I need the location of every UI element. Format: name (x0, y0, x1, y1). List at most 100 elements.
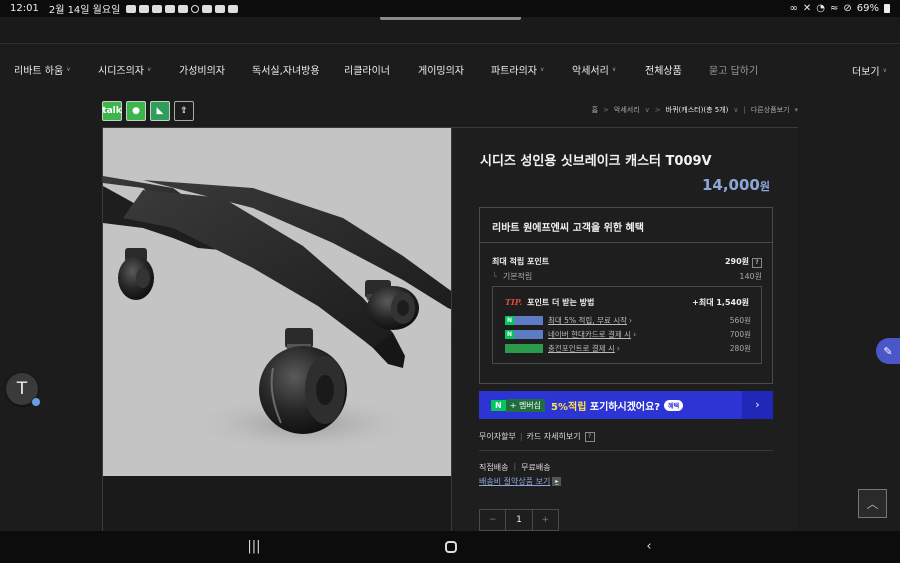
battery-icon (884, 4, 890, 13)
tip-row-card[interactable]: N 네이버 현대카드로 결제 시 › 700원 (505, 329, 751, 340)
chevron-right-icon: > (654, 106, 661, 114)
breadcrumb: 홈 > 악세서리 ∨ > 바퀴(캐스터)(총 5개) ∨ | 다른상품보기 ▾ (591, 105, 798, 115)
battery-text: 69% (856, 3, 879, 14)
share-buttons: talk ● ◣ ⇪ (102, 101, 194, 121)
sub-arrow-icon: └ (492, 272, 497, 281)
circle-icon (191, 4, 200, 13)
nav-more[interactable]: 더보기 ∨ (852, 63, 887, 78)
nav-item-gaming-chair[interactable]: 게이밍의자 (418, 62, 491, 77)
divider (479, 450, 773, 451)
chevron-right-icon: › (633, 330, 637, 339)
back-icon[interactable]: ‹ (642, 540, 656, 554)
chevron-down-icon: ∨ (882, 67, 887, 74)
quantity-stepper: − 1 + (479, 509, 559, 531)
naver-membership-badge: N (505, 316, 543, 325)
product-image[interactable] (103, 128, 451, 476)
shipping-saving-link[interactable]: 배송비 절약상품 보기 ▸ (479, 476, 562, 487)
wifi-icon: ≈ (829, 3, 839, 14)
floating-t-button[interactable]: T (6, 373, 41, 407)
quantity-input[interactable]: 1 (505, 510, 533, 530)
tip-header: TIP. 포인트 더 받는 방법 (505, 297, 595, 307)
thumbnail-area (103, 476, 451, 538)
logo-edge[interactable] (380, 17, 521, 20)
nav-item-recliner[interactable]: 리클라이너 (344, 62, 418, 77)
tip-row-charge[interactable]: 충전포인트로 결제 시 › 280원 (505, 343, 751, 354)
chevron-down-icon: ∨ (540, 65, 545, 73)
naver-card-badge: N (505, 330, 543, 339)
chevron-right-icon: › (616, 344, 620, 353)
chevron-right-icon[interactable]: › (742, 391, 773, 419)
main-nav: 리바트 하움 ∨ 시디즈의자 ∨ 가성비의자 독서실,자녀방용 리클라이너 게이밍의… (0, 45, 900, 93)
chevron-up-icon: ︿ (866, 497, 879, 511)
image-icon (215, 4, 226, 13)
chevron-down-icon: ∨ (611, 65, 617, 73)
nav-item-sidiz[interactable]: 시디즈의자 ∨ (98, 62, 179, 77)
other-products-link[interactable]: 다른상품보기 (751, 105, 790, 115)
link-icon: ∞ (789, 3, 798, 14)
help-icon[interactable]: ? (752, 258, 762, 268)
breadcrumb-category[interactable]: 악세서리 (614, 105, 640, 115)
caret-down-icon: ▾ (794, 106, 798, 114)
chevron-down-icon: ∨ (644, 106, 650, 114)
help-icon[interactable]: ? (584, 431, 595, 442)
system-nav-bar: ||| ‹ (0, 531, 900, 563)
dnd-icon: ⊘ (843, 3, 852, 14)
site-header (0, 17, 900, 44)
card-detail-link[interactable]: 카드 자세히보기 (527, 431, 581, 442)
shipping-row: 직접배송 | 무료배송 (479, 462, 551, 472)
max-points-row: 최대 적립 포인트 290원? (492, 256, 762, 268)
quantity-plus-button[interactable]: + (533, 510, 558, 530)
nav-item-livart-haum[interactable]: 리바트 하움 ∨ (14, 62, 98, 77)
alarm-icon: ◔ (816, 3, 825, 14)
nav-item-value-chair[interactable]: 가성비의자 (179, 62, 252, 77)
nav-item-all-products[interactable]: 전체상품 (645, 62, 709, 77)
breadcrumb-home[interactable]: 홈 (592, 105, 598, 115)
breadcrumb-current[interactable]: 바퀴(캐스터)(총 5개) (666, 105, 729, 115)
mute-icon: ✕ (802, 3, 812, 14)
nav-item-qna[interactable]: 묻고 답하기 (709, 62, 789, 77)
kakaostory-share-icon[interactable]: ● (126, 101, 146, 121)
nav-item-patra-chair[interactable]: 파트라의자 ∨ (491, 62, 572, 77)
youtube-icon (202, 4, 213, 13)
status-bar: 12:01 2월 14일 월요일 ∞ ✕ ◔ ≈ ⊘ 69% (0, 0, 900, 17)
product-page: talk ● ◣ ⇪ 홈 > 악세서리 ∨ > 바퀴(캐스터)(총 5개) ∨ … (0, 93, 900, 538)
chevron-right-icon: > (603, 106, 609, 114)
benefit-header: 리바트 원에프엔씨 고객을 위한 혜택 (480, 208, 772, 243)
nav-item-accessories[interactable]: 악세서리 ∨ (572, 62, 645, 77)
youtube-icon (126, 4, 137, 13)
recent-apps-icon[interactable]: ||| (247, 540, 261, 554)
chevron-down-icon: ∨ (147, 65, 152, 73)
product-info: 시디즈 성인용 싯브레이크 캐스터 T009V 14,000원 리바트 원에프엔… (451, 128, 798, 538)
youtube-icon (139, 4, 150, 13)
tip-row-membership[interactable]: N 최대 5% 적립, 무료 시작 › 560원 (505, 315, 751, 326)
notification-icons (126, 4, 239, 13)
product-detail: 시디즈 성인용 싯브레이크 캐스터 T009V 14,000원 리바트 원에프엔… (102, 127, 798, 538)
nav-item-study-room[interactable]: 독서실,자녀방용 (252, 62, 344, 77)
status-time: 12:01 (10, 3, 39, 14)
charge-point-badge (505, 344, 543, 353)
chevron-down-icon: ∨ (66, 65, 71, 73)
caster-illustration (103, 176, 451, 454)
band-share-icon[interactable]: ◣ (150, 101, 170, 121)
home-icon[interactable] (444, 540, 458, 554)
installment-row: 무이자할부 | 카드 자세히보기 ? (479, 431, 595, 442)
notification-icon (178, 4, 189, 13)
quantity-minus-button[interactable]: − (480, 510, 505, 530)
product-title: 시디즈 성인용 싯브레이크 캐스터 T009V (480, 154, 712, 169)
kakaotalk-share-icon[interactable]: talk (102, 101, 122, 121)
status-date: 2월 14일 월요일 (48, 5, 121, 16)
product-price: 14,000원 (701, 176, 770, 194)
pen-icon[interactable]: ✎ (876, 338, 900, 364)
benefit-box: 리바트 원에프엔씨 고객을 위한 혜택 최대 적립 포인트 290원? └ 기본적… (479, 207, 773, 384)
basic-points-row: └ 기본적립 140원 (492, 272, 762, 281)
chevron-right-icon: › (629, 316, 633, 325)
share-icon[interactable]: ⇪ (174, 101, 194, 121)
cloud-icon (228, 4, 239, 13)
notification-icon (165, 4, 176, 13)
youtube-icon (152, 4, 163, 13)
chevron-right-icon: ▸ (552, 477, 562, 486)
chevron-down-icon: ∨ (733, 106, 739, 114)
badge-icon (31, 397, 41, 407)
naver-membership-banner[interactable]: N + 멤버십 5%적립 포기하시겠어요? 혜택 › (479, 391, 773, 419)
scroll-top-button[interactable]: ︿ (858, 489, 887, 518)
